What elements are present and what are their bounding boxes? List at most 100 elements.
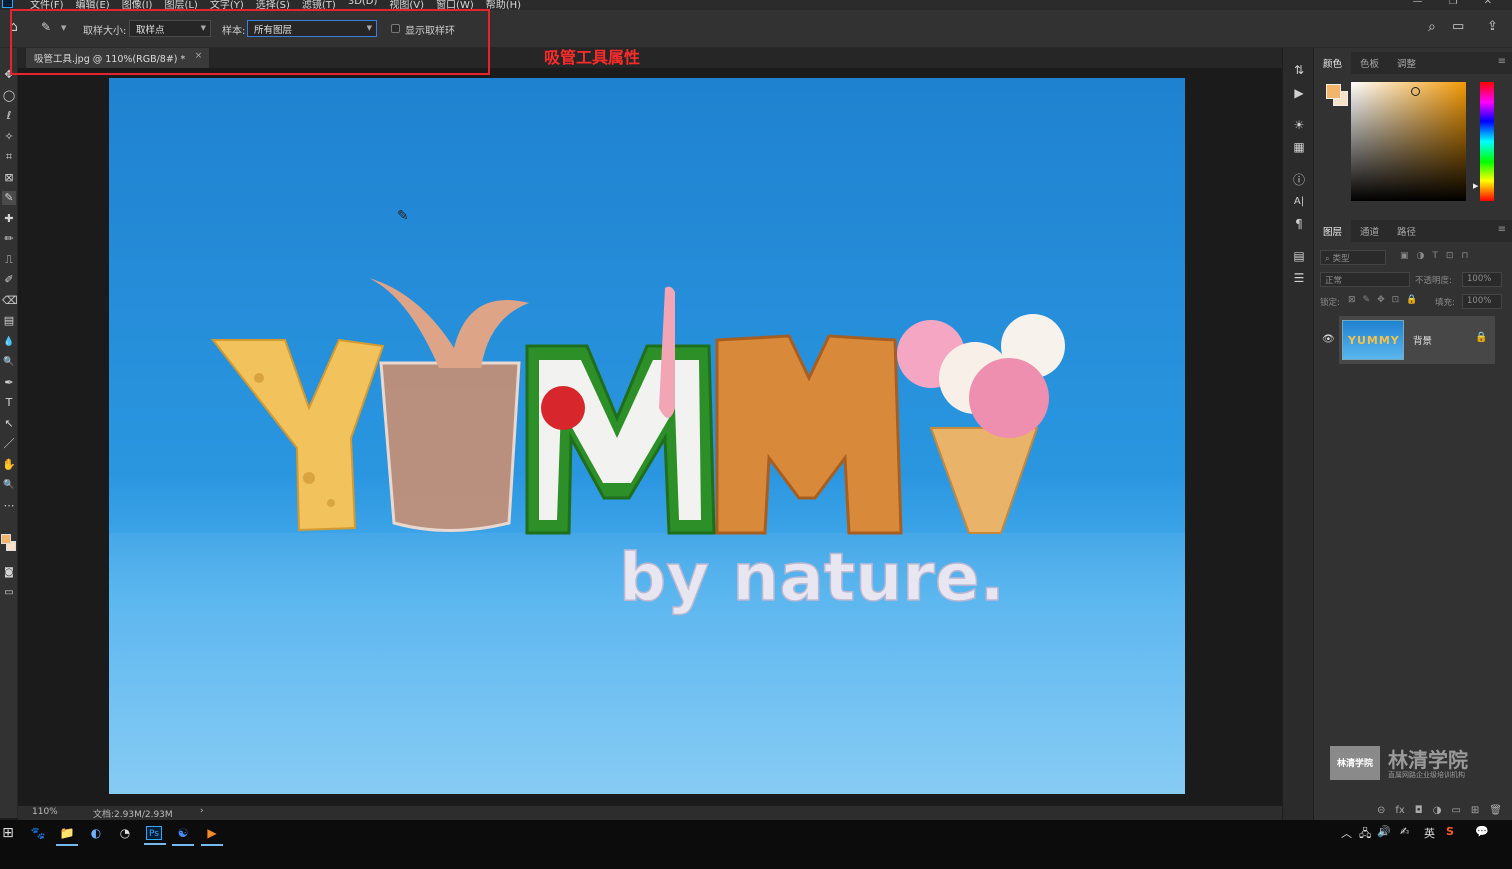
menu-window[interactable]: 窗口(W) [436, 0, 474, 10]
history-brush-tool-icon[interactable]: ✐ [2, 273, 16, 287]
hue-slider[interactable] [1480, 82, 1494, 201]
tab-layers[interactable]: 图层 [1314, 220, 1352, 242]
app-icon-4[interactable]: ◔ [117, 826, 133, 840]
zoom-level[interactable]: 110% [32, 807, 58, 817]
sample-select[interactable]: 所有图层 ▼ [247, 20, 377, 37]
menu-layer[interactable]: 图层(L) [164, 0, 197, 10]
search-icon[interactable]: ⌕ [1428, 19, 1436, 35]
tray-expand-icon[interactable]: ︿ [1341, 825, 1352, 841]
info-icon[interactable]: ⓘ [1291, 172, 1307, 188]
magic-wand-tool-icon[interactable]: ✧ [2, 130, 16, 144]
layer-filter-icons[interactable]: ▣◑T⊡⊓ [1400, 251, 1476, 261]
screen-mode-icon[interactable]: ▭ [2, 586, 16, 600]
pen-tool-icon[interactable]: ✒ [2, 376, 16, 390]
type-tool-icon[interactable]: T [2, 396, 16, 410]
photoshop-taskbar-icon[interactable]: Ps [144, 826, 166, 845]
blend-mode-select[interactable]: 正常 [1320, 272, 1410, 287]
history-icon[interactable]: ⇅ [1291, 62, 1307, 78]
menu-view[interactable]: 视图(V) [389, 0, 424, 10]
tab-channels[interactable]: 通道 [1351, 220, 1388, 242]
adjustments-icon[interactable]: ☀ [1291, 117, 1307, 133]
workspace-icon[interactable]: ▭ [1452, 19, 1464, 34]
input-method-indicator[interactable]: 英 [1424, 825, 1435, 841]
menu-image[interactable]: 图像(I) [122, 0, 153, 10]
hand-tool-icon[interactable]: ✋ [2, 458, 16, 472]
clone-stamp-tool-icon[interactable]: ⎍ [2, 253, 16, 267]
status-arrow-icon[interactable]: › [200, 806, 204, 816]
more-tools-icon[interactable]: ⋯ [2, 499, 16, 513]
tab-swatches[interactable]: 色板 [1351, 52, 1388, 74]
dodge-tool-icon[interactable]: 🔍 [2, 355, 16, 369]
color-picker-ring[interactable] [1411, 87, 1420, 96]
elliptical-marquee-tool-icon[interactable]: ◯ [2, 89, 16, 103]
layer-style-icon[interactable]: fx [1395, 805, 1404, 816]
menu-help[interactable]: 帮助(H) [486, 0, 521, 10]
actions-play-icon[interactable]: ▶ [1291, 85, 1307, 101]
minimize-button[interactable]: — [1413, 0, 1423, 7]
browser-icon[interactable]: ◐ [88, 826, 104, 840]
pen-input-icon[interactable]: ✍ [1400, 825, 1409, 838]
menu-select[interactable]: 选择(S) [256, 0, 290, 10]
add-mask-icon[interactable]: ◘ [1415, 805, 1423, 816]
chevron-down-icon[interactable]: ▼ [61, 24, 66, 32]
line-tool-icon[interactable]: ／ [2, 437, 16, 451]
media-player-icon[interactable]: ▶ [201, 826, 223, 846]
layer-row-background[interactable]: YUMMY 背景 🔒 [1339, 316, 1495, 364]
quick-mask-icon[interactable]: ◙ [2, 566, 16, 580]
new-group-icon[interactable]: ▭ [1451, 805, 1460, 816]
delete-layer-icon[interactable]: 🗑 [1489, 805, 1502, 816]
restore-button[interactable]: ❐ [1449, 0, 1458, 7]
tab-paths[interactable]: 路径 [1388, 220, 1425, 242]
menu-edit[interactable]: 编辑(E) [76, 0, 110, 10]
home-icon[interactable]: ⌂ [9, 19, 18, 35]
notification-icon[interactable]: 💬 [1475, 825, 1489, 838]
gradient-tool-icon[interactable]: ▤ [2, 314, 16, 328]
foreground-color-chip[interactable] [1326, 84, 1341, 99]
file-explorer-icon[interactable]: 📁 [56, 826, 78, 846]
link-layers-icon[interactable]: ⊝ [1377, 805, 1385, 816]
menu-filter[interactable]: 滤镜(T) [302, 0, 336, 10]
lock-icons[interactable]: ⊠✎✥⊡🔒 [1348, 295, 1424, 305]
healing-brush-tool-icon[interactable]: ✚ [2, 212, 16, 226]
menu-type[interactable]: 文字(Y) [210, 0, 244, 10]
close-button[interactable]: ✕ [1484, 0, 1492, 7]
menu-file[interactable]: 文件(F) [30, 0, 64, 10]
close-tab-icon[interactable]: × [195, 51, 203, 61]
show-sampling-ring-checkbox[interactable] [391, 24, 400, 33]
crop-tool-icon[interactable]: ⌗ [2, 150, 16, 164]
tab-adjustments[interactable]: 调整 [1388, 52, 1425, 74]
blur-tool-icon[interactable]: 💧 [2, 335, 16, 349]
adjustment-layer-icon[interactable]: ◑ [1433, 805, 1442, 816]
tab-color[interactable]: 颜色 [1314, 52, 1352, 74]
layer-name[interactable]: 背景 [1413, 333, 1432, 347]
lock-icon[interactable]: 🔒 [1475, 332, 1487, 343]
ime-app-icon[interactable]: S [1446, 825, 1454, 838]
canvas-workspace[interactable]: by nature. ✎ [18, 68, 1282, 806]
menu-3d[interactable]: 3D(D) [348, 0, 378, 10]
sample-size-select[interactable]: 取样点 ▼ [129, 20, 211, 37]
move-tool-icon[interactable]: ✥ [2, 68, 16, 82]
opacity-field[interactable]: 100% [1462, 272, 1502, 287]
lasso-tool-icon[interactable]: ℓ [2, 109, 16, 123]
new-layer-icon[interactable]: ⊞ [1471, 805, 1479, 816]
frame-tool-icon[interactable]: ⊠ [2, 171, 16, 185]
histogram-icon[interactable]: ▦ [1291, 139, 1307, 155]
eyedropper-tool-icon[interactable]: ✎ [2, 191, 16, 205]
path-selection-tool-icon[interactable]: ↖ [2, 417, 16, 431]
foreground-color-swatch[interactable] [1, 534, 11, 544]
panel-menu-icon[interactable]: ≡ [1498, 224, 1506, 235]
color-field[interactable] [1351, 82, 1466, 201]
fill-field[interactable]: 100% [1462, 294, 1502, 309]
app-icon-6[interactable]: ☯ [172, 826, 194, 846]
app-icon-1[interactable]: 🐾 [30, 826, 46, 840]
eraser-tool-icon[interactable]: ⌫ [2, 294, 18, 308]
hue-slider-handle[interactable]: ▶ [1473, 182, 1478, 190]
layer-filter-select[interactable]: ⌕ 类型 [1320, 250, 1386, 265]
character-icon[interactable]: A| [1291, 194, 1307, 210]
panel-menu-icon[interactable]: ≡ [1498, 56, 1506, 67]
volume-icon[interactable]: 🔊 [1377, 825, 1391, 838]
notes-icon[interactable]: ☰ [1291, 270, 1307, 286]
document-canvas[interactable]: by nature. ✎ [109, 78, 1185, 794]
eyedropper-tool-preset-icon[interactable]: ✎ [41, 20, 51, 34]
libraries-icon[interactable]: ▤ [1291, 248, 1307, 264]
